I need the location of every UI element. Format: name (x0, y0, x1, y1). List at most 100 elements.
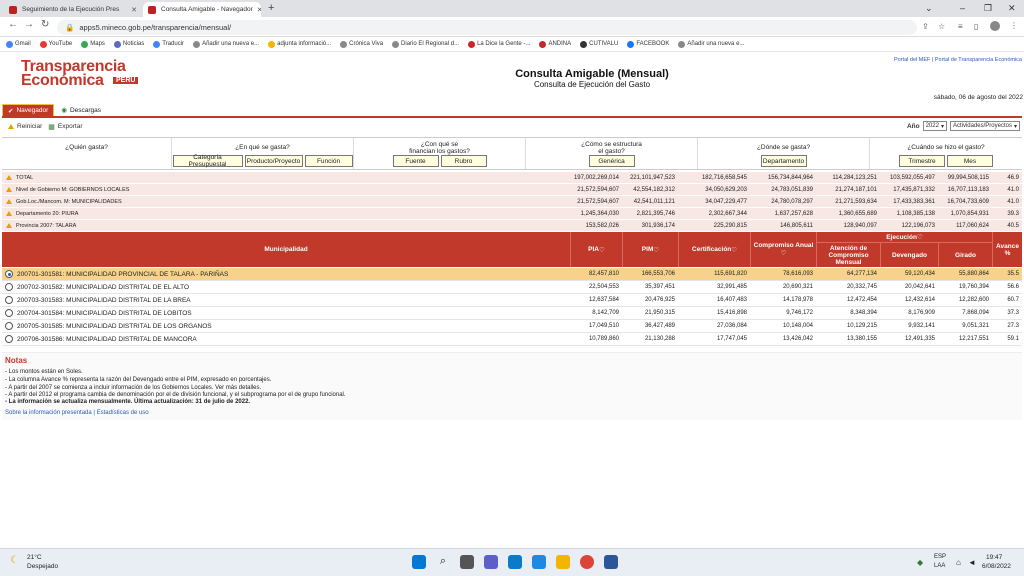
weather-icon[interactable]: ☾ (10, 555, 19, 566)
table-row[interactable]: 200704-301584: MUNICIPALIDAD DISTRITAL D… (2, 307, 1022, 320)
drill-up-icon[interactable] (6, 187, 12, 192)
bookmark-item[interactable]: Maps (81, 40, 105, 48)
drill-up-icon[interactable] (6, 223, 12, 228)
tab-descargas[interactable]: ◉ Descargas (56, 104, 106, 116)
funcion-button[interactable]: Función (304, 155, 353, 167)
col-compromiso[interactable]: Compromiso Anual ♡ (750, 232, 816, 267)
security-icon[interactable]: ◆ (917, 558, 923, 567)
table-row[interactable]: 200706-301586: MUNICIPALIDAD DISTRITAL D… (2, 333, 1022, 346)
summary-row[interactable]: Provincia 2007: TALARA 153,582,026 301,936… (2, 220, 1022, 232)
lang-indicator[interactable]: ESP (934, 554, 946, 560)
close-tab-icon[interactable]: ✕ (253, 6, 261, 14)
reiniciar-button[interactable]: Reiniciar (8, 123, 42, 130)
bookmark-item[interactable]: YouTube (39, 40, 72, 48)
browser-tab-1[interactable]: Seguimiento de la Ejecución Pres ✕ (4, 2, 142, 17)
cell-gir: 12,217,551 (958, 336, 989, 342)
row-radio[interactable] (5, 270, 13, 278)
chrome-icon[interactable] (580, 555, 594, 569)
summary-row[interactable]: Nivel de Gobierno M: GOBIERNOS LOCALES 21… (2, 184, 1022, 196)
summary-label: Gob.Loc./Mancom. M: MUNICIPALIDADES (16, 198, 122, 205)
row-radio[interactable] (5, 335, 13, 343)
word-icon[interactable] (604, 555, 618, 569)
row-radio[interactable] (5, 322, 13, 330)
file-explorer-icon[interactable] (556, 555, 570, 569)
teams-icon[interactable] (484, 555, 498, 569)
drill-up-icon[interactable] (6, 199, 12, 204)
browser-tab-2[interactable]: Consulta Amigable - Navegador ✕ (143, 2, 261, 17)
col-certificacion[interactable]: Certificación ♡ (678, 232, 750, 267)
new-tab-icon[interactable]: + (268, 2, 274, 14)
task-view-icon[interactable] (460, 555, 474, 569)
producto-button[interactable]: Producto/Proyecto (244, 155, 303, 167)
windows-start-icon[interactable] (412, 555, 426, 569)
bookmark-item[interactable]: Añadir una nueva e... (193, 40, 259, 48)
portal-links[interactable]: Portal del MEF | Portal de Transparencia… (894, 57, 1022, 63)
restore-icon[interactable]: ❐ (984, 3, 992, 14)
exportar-button[interactable]: ▦ Exportar (48, 123, 82, 131)
tab-navegador[interactable]: ✔ Navegador (2, 104, 55, 116)
table-row[interactable]: 200703-301583: MUNICIPALIDAD DISTRITAL D… (2, 294, 1022, 307)
row-radio[interactable] (5, 283, 13, 291)
reading-list-icon[interactable]: ≡ (958, 22, 963, 31)
info-links[interactable]: Sobre la información presentada | Estadí… (5, 410, 149, 416)
generica-button[interactable]: Genérica (588, 155, 635, 167)
row-radio[interactable] (5, 296, 13, 304)
row-radio[interactable] (5, 309, 13, 317)
bookmark-item[interactable]: FACEBOOK (627, 40, 669, 48)
clock-time[interactable]: 19:47 (986, 554, 1002, 561)
bookmark-item[interactable]: Noticias (113, 40, 144, 48)
cell-cert: 115,691,820 (714, 271, 747, 277)
trimestre-button[interactable]: Trimestre (899, 155, 945, 167)
categoria-button[interactable]: Categoría Presupuestal (172, 154, 243, 168)
activities-select[interactable]: Actividades/Proyectos ▾ (949, 121, 1020, 131)
drill-up-icon[interactable] (6, 211, 12, 216)
table-row[interactable]: 200702-301582: MUNICIPALIDAD DISTRITAL D… (2, 281, 1022, 294)
back-icon[interactable]: ← (8, 19, 18, 30)
bookmark-item[interactable]: Gmail (6, 40, 31, 48)
bookmark-item[interactable]: Diario El Regional d... (392, 40, 459, 48)
bookmark-item[interactable]: Traducir (153, 40, 184, 48)
mes-button[interactable]: Mes (947, 155, 993, 167)
edge-icon-2[interactable] (532, 555, 546, 569)
search-icon[interactable]: ⌕ (436, 555, 450, 569)
col-ejecucion[interactable]: Ejecución ♡ (816, 232, 992, 243)
year-select[interactable]: 2022 ▾ (922, 121, 947, 131)
departamento-button[interactable]: Departamento (760, 155, 807, 167)
table-row[interactable]: 200705-301585: MUNICIPALIDAD DISTRITAL D… (2, 320, 1022, 333)
forward-icon[interactable]: → (24, 19, 34, 30)
summary-row[interactable]: Departamento 20: PIURA 1,245,364,030 2,821… (2, 208, 1022, 220)
bookmark-item[interactable]: adjunta informació... (268, 40, 331, 48)
volume-icon[interactable]: ◄ (968, 558, 976, 567)
bookmark-item[interactable]: Crónica Viva (340, 40, 383, 48)
bookmark-item[interactable]: La Dice la Gente -... (468, 40, 530, 48)
keyboard-layout[interactable]: LAA (934, 563, 945, 569)
table-row[interactable]: 200701-301581: MUNICIPALIDAD PROVINCIAL … (2, 268, 1022, 281)
summary-pim: 2,821,395,746 (636, 210, 675, 217)
close-window-icon[interactable]: ✕ (1008, 3, 1016, 14)
summary-row[interactable]: Gob.Loc./Mancom. M: MUNICIPALIDADES 21,57… (2, 196, 1022, 208)
share-icon[interactable]: ⇪ (922, 22, 929, 31)
drill-up-icon[interactable] (6, 175, 12, 180)
col-pia[interactable]: PIA ♡ (570, 232, 622, 267)
network-icon[interactable]: ⌂ (956, 558, 961, 567)
reload-icon[interactable]: ↻ (41, 19, 49, 30)
profile-avatar[interactable] (990, 21, 1000, 31)
bookmark-item[interactable]: CUTIVALU (580, 40, 618, 48)
minimize-icon[interactable]: – (960, 3, 965, 13)
close-tab-icon[interactable]: ✕ (127, 6, 137, 14)
cell-cert: 15,416,898 (716, 310, 747, 316)
summary-row[interactable]: TOTAL 197,002,269,014 221,101,947,523 182,7… (2, 172, 1022, 184)
rubro-button[interactable]: Rubro (440, 155, 487, 167)
col-pim[interactable]: PIM ♡ (622, 232, 678, 267)
clock-date[interactable]: 6/08/2022 (982, 563, 1011, 570)
tab-search-icon[interactable]: ⌄ (925, 3, 933, 14)
summary-aten: 1,360,655,689 (838, 210, 877, 217)
edge-icon[interactable] (508, 555, 522, 569)
bookmark-item[interactable]: ANDINA (539, 40, 571, 48)
bookmark-item[interactable]: Añadir una nueva e... (678, 40, 744, 48)
fuente-button[interactable]: Fuente (392, 155, 439, 167)
menu-icon[interactable]: ⋮ (1010, 21, 1018, 30)
url-input[interactable]: 🔒 apps5.mineco.gob.pe/transparencia/mens… (57, 20, 917, 35)
side-panel-icon[interactable]: ▯ (974, 22, 978, 31)
bookmark-star-icon[interactable]: ☆ (938, 22, 945, 31)
